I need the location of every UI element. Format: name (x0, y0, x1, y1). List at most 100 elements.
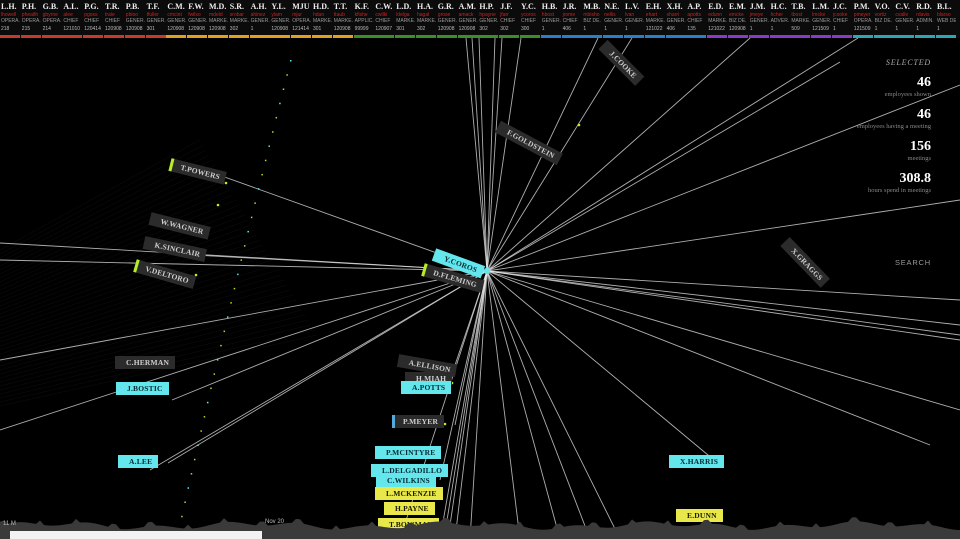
employee-column[interactable]: T.F. tfuller GENER. 301 (145, 0, 166, 38)
employee-column[interactable]: H.B. hbost GENER. 1 (540, 0, 561, 38)
timeline-scrollbar[interactable] (0, 530, 960, 539)
employee-column[interactable]: X.H. xharri GENER. 406 (665, 0, 686, 38)
employee-column[interactable]: J.C. jcooke CHIEF 1 (832, 0, 852, 38)
employee-column[interactable]: Y.C. ycoros CHIEF 300 (520, 0, 540, 38)
employee-column[interactable]: A.P. apotts CHIEF 135 (686, 0, 707, 38)
employee-column[interactable]: G.B. gbyrne OPERA. 214 (41, 0, 62, 38)
employee-column[interactable]: C.M. cmcint GENER. 120908 (166, 0, 187, 38)
meeting-edge (486, 270, 960, 326)
employee-column[interactable]: Y.L. ylam GENER. 120908 (270, 0, 291, 38)
employee-node-cherman[interactable]: C.HERMAN (115, 356, 176, 369)
employee-column[interactable]: S.R. srobar MARKE. 302 (228, 0, 249, 38)
employee-initials: P.G. (84, 2, 99, 11)
node-anchor-dot (224, 181, 228, 185)
employee-column[interactable]: E.H. ehart MARKE. 121022 (644, 0, 665, 38)
employee-column[interactable]: J.F. jfarr CHIEF 302 (499, 0, 520, 38)
employee-column[interactable]: R.D. rdavis ADMIN. 1 (915, 0, 936, 38)
employee-title: CHIEF (500, 18, 516, 24)
employee-node-pmcintyre[interactable]: P.MCINTYRE (375, 446, 442, 459)
employee-node-apotts[interactable]: A.POTTS (401, 381, 452, 394)
employee-title: BIZ DE. (729, 18, 747, 24)
employee-title: BIZ DE. (583, 18, 601, 24)
employee-column[interactable]: A.M. amack GENER. 120908 (457, 0, 478, 38)
meeting-edge (0, 304, 300, 383)
employees-meeting-label: employees having a meeting (856, 123, 931, 130)
timeline-sparkline[interactable] (0, 514, 960, 530)
timeline-marker (268, 145, 270, 147)
employee-initials: E.H. (645, 2, 662, 11)
search-button[interactable]: SEARCH (895, 258, 931, 267)
timeline-marker (264, 159, 267, 162)
employee-column[interactable]: H.P. hpayne GENER. 302 (478, 0, 499, 38)
employee-column[interactable]: P.G. pgoss CHIEF 120414 (83, 0, 104, 38)
employee-column[interactable]: V.O. vortiz BIZ DE. 1 (873, 0, 894, 38)
employee-node-jbostic[interactable]: J.BOSTIC (116, 382, 169, 395)
employee-column[interactable]: L.H. lhowell OPERA. 218 (0, 0, 20, 38)
employee-phone: 406 (562, 26, 571, 32)
employee-column[interactable]: L.M. lmcke GENER. 121509 (811, 0, 832, 38)
employee-phone: 1 (833, 26, 836, 32)
employee-column[interactable]: M.D. mdeld MARKE. 120908 (208, 0, 228, 38)
employee-node-cwilkins[interactable]: C.WILKINS (376, 474, 436, 487)
employee-phone: 1 (937, 26, 940, 32)
employee-column[interactable]: P.B. pbloo GENER. 120908 (124, 0, 145, 38)
meeting-edge (486, 270, 960, 411)
meeting-edge (0, 234, 258, 327)
timeline-marker (250, 216, 253, 219)
employee-initials: A.P. (687, 2, 702, 11)
employee-phone: 301 (396, 26, 405, 32)
employee-column[interactable]: P.H. phealth OPERA. 215 (20, 0, 41, 38)
employee-column[interactable]: J.R. jrome CHIEF 406 (561, 0, 582, 38)
employee-column[interactable]: J.M. jmeye GENER. 1 (748, 0, 769, 38)
meeting-edge (439, 270, 488, 539)
employee-phone: 218 (1, 26, 10, 32)
employee-column[interactable]: T.B. tbost MARKE. 509 (790, 0, 811, 38)
employee-column[interactable]: C.V. cvalle GENER. 1 (894, 0, 915, 38)
employee-title: MARKE. (313, 18, 332, 24)
employee-column[interactable]: A.L. alee CHIEF 121010 (62, 0, 83, 38)
employee-node-xharris[interactable]: X.HARRIS (669, 455, 725, 468)
employee-column[interactable]: H.D. hdan MARKE. 301 (312, 0, 332, 38)
employee-column[interactable]: MJU mjur OPERA. 121414 (291, 0, 312, 38)
employee-node-pmeyer[interactable]: P.MEYER (392, 415, 445, 428)
timeline-marker (237, 273, 239, 276)
employee-column[interactable]: G.R. grose GENER. 120908 (436, 0, 457, 38)
employee-column[interactable]: L.D. ldelga MARKE. 301 (395, 0, 416, 38)
scrollbar-thumb[interactable] (10, 531, 262, 539)
employee-title: CHIEF (833, 18, 848, 24)
employee-column[interactable]: K.F. kfishe APPLIC. 99999 (353, 0, 374, 38)
employee-phone: 302 (479, 26, 488, 32)
timeline-marker (193, 458, 196, 461)
timeline-marker (247, 230, 249, 233)
employee-column[interactable]: F.W. fwilso GENER. 120908 (187, 0, 208, 38)
employee-phone: 301 (313, 26, 322, 32)
employee-title: ADVER. (770, 18, 790, 24)
employee-column[interactable]: E.D. edunn MARKE. 121022 (707, 0, 728, 38)
employee-column[interactable]: B.L.blarsoWEB DE.1 (936, 0, 956, 38)
timeline-marker (216, 359, 219, 361)
employee-column[interactable]: M.B. mbisho BIZ DE. 1 (582, 0, 603, 38)
employee-column[interactable]: C.W. cwilki CHIEF 120907 (374, 0, 395, 38)
employee-phone: 302 (500, 26, 509, 32)
employee-column[interactable]: A.H. ahinez GENER. 1 (249, 0, 270, 38)
employee-phone: 1 (250, 26, 254, 32)
meeting-edge (0, 209, 243, 307)
employee-initials: B.L. (937, 2, 952, 11)
employee-column[interactable]: T.R. trale CHIEF 120908 (104, 0, 124, 38)
employee-node-alee[interactable]: A.LEE (118, 455, 159, 468)
employee-column[interactable]: L.V. lvan GENER. 1 (624, 0, 644, 38)
employee-title: OPERA. (1, 18, 20, 24)
employee-phone: 120908 (167, 26, 185, 32)
employee-column[interactable]: N.E. nellis GENER. 1 (603, 0, 624, 38)
employee-title: CHIEF (375, 18, 391, 24)
employee-column[interactable]: T.T. ttaub MARKE. 120908 (332, 0, 353, 38)
employee-node-lmckenzie[interactable]: L.MCKENZIE (375, 487, 443, 500)
employee-title: GENER. (125, 18, 145, 24)
meeting-edge (471, 38, 488, 272)
employee-column[interactable]: H.A. hagal MARKE. 302 (416, 0, 436, 38)
employee-initials: H.C. (770, 2, 787, 11)
employee-column[interactable]: E.M. emcke BIZ DE. 120908 (728, 0, 748, 38)
employee-column[interactable]: P.M. pmeyer OPERA. 121509 (852, 0, 873, 38)
employee-column[interactable]: H.C. hcher ADVER. 1 (769, 0, 790, 38)
meeting-edge (486, 38, 503, 272)
